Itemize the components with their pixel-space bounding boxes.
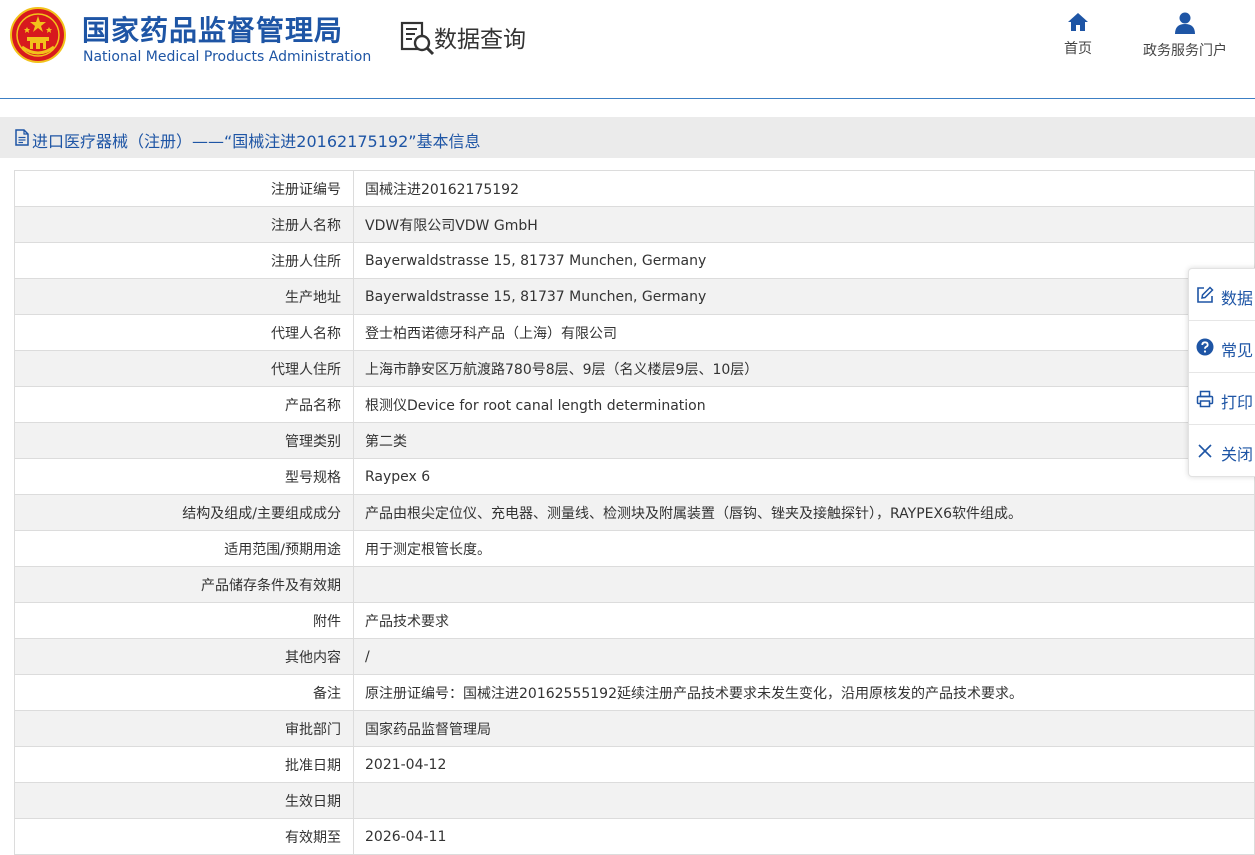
info-key: 注册证编号 (14, 170, 354, 207)
info-value (353, 566, 1255, 603)
info-value (353, 782, 1255, 819)
info-key: 备注 (14, 674, 354, 711)
info-value: 用于测定根管长度。 (353, 530, 1255, 567)
info-row: 备注 原注册证编号：国械注进20162555192延续注册产品技术要求未发生变化，… (14, 674, 1255, 711)
info-value: 2026-04-11 (353, 818, 1255, 855)
side-item-data[interactable]: 数据 (1189, 269, 1255, 321)
side-item-close[interactable]: 关闭 (1189, 425, 1255, 477)
info-row: 型号规格 Raypex 6 (14, 458, 1255, 495)
info-value: / (353, 638, 1255, 675)
page-title: 进口医疗器械（注册）——“国械注进20162175192”基本信息 (32, 132, 481, 151)
info-value: Bayerwaldstrasse 15, 81737 Munchen, Germ… (353, 278, 1255, 315)
info-value: 原注册证编号：国械注进20162555192延续注册产品技术要求未发生变化，沿用… (353, 674, 1255, 711)
home-icon (1068, 13, 1088, 31)
info-key: 代理人名称 (14, 314, 354, 351)
nav-portal-label: 政务服务门户 (1143, 43, 1227, 59)
side-item-print[interactable]: 打印 (1189, 373, 1255, 425)
info-key: 注册人住所 (14, 242, 354, 279)
side-item-data-label: 数据 (1221, 289, 1254, 308)
info-row: 管理类别 第二类 (14, 422, 1255, 459)
nav-portal-link[interactable]: 政务服务门户 (1138, 12, 1232, 60)
page-title-bar: 进口医疗器械（注册）——“国械注进20162175192”基本信息 (0, 117, 1255, 158)
info-row: 产品名称 根测仪Device for root canal length dete… (14, 386, 1255, 423)
info-value: 国械注进20162175192 (353, 170, 1255, 207)
user-icon (1175, 12, 1195, 34)
info-row: 代理人名称 登士柏西诺德牙科产品（上海）有限公司 (14, 314, 1255, 351)
info-value: VDW有限公司VDW GmbH (353, 206, 1255, 243)
info-key: 代理人住所 (14, 350, 354, 387)
info-row: 注册人住所 Bayerwaldstrasse 15, 81737 Munchen,… (14, 242, 1255, 279)
info-value: 根测仪Device for root canal length determin… (353, 386, 1255, 423)
printer-icon (1196, 390, 1214, 408)
info-row: 审批部门 国家药品监督管理局 (14, 710, 1255, 747)
info-row: 结构及组成/主要组成成分 产品由根尖定位仪、充电器、测量线、检测块及附属装置（唇钩… (14, 494, 1255, 531)
help-circle-icon (1196, 338, 1214, 356)
document-icon (15, 129, 29, 146)
info-row: 批准日期 2021-04-12 (14, 746, 1255, 783)
info-key: 产品名称 (14, 386, 354, 423)
info-value: 产品由根尖定位仪、充电器、测量线、检测块及附属装置（唇钩、锉夹及接触探针），RA… (353, 494, 1255, 531)
side-item-faq-label: 常见 (1221, 341, 1254, 360)
info-key: 附件 (14, 602, 354, 639)
info-key: 审批部门 (14, 710, 354, 747)
info-key: 管理类别 (14, 422, 354, 459)
info-value: 登士柏西诺德牙科产品（上海）有限公司 (353, 314, 1255, 351)
info-row: 注册人名称 VDW有限公司VDW GmbH (14, 206, 1255, 243)
info-value: 2021-04-12 (353, 746, 1255, 783)
side-toolbar: 数据 常见 打印 关闭 (1188, 268, 1255, 477)
side-item-print-label: 打印 (1221, 393, 1254, 412)
edit-icon (1197, 286, 1214, 303)
info-row: 生产地址 Bayerwaldstrasse 15, 81737 Munchen, … (14, 278, 1255, 315)
info-key: 其他内容 (14, 638, 354, 675)
info-row: 代理人住所 上海市静安区万航渡路780号8层、9层（名义楼层9层、10层） (14, 350, 1255, 387)
info-key: 适用范围/预期用途 (14, 530, 354, 567)
side-item-faq[interactable]: 常见 (1189, 321, 1255, 373)
info-row: 附件 产品技术要求 (14, 602, 1255, 639)
data-query-icon (400, 21, 435, 56)
site-header: 国家药品监督管理局 National Medical Products Admi… (0, 0, 1255, 99)
info-key: 型号规格 (14, 458, 354, 495)
org-name-en: National Medical Products Administration (83, 49, 372, 65)
info-key: 有效期至 (14, 818, 354, 855)
info-value: Bayerwaldstrasse 15, 81737 Munchen, Germ… (353, 242, 1255, 279)
info-value: 第二类 (353, 422, 1255, 459)
info-value: Raypex 6 (353, 458, 1255, 495)
info-key: 注册人名称 (14, 206, 354, 243)
info-value: 产品技术要求 (353, 602, 1255, 639)
info-row: 生效日期 (14, 782, 1255, 819)
registration-info-table: 注册证编号 国械注进20162175192 注册人名称 VDW有限公司VDW GmbH… (14, 170, 1255, 855)
info-key: 生效日期 (14, 782, 354, 819)
org-name-cn: 国家药品监督管理局 (82, 14, 344, 47)
info-key: 产品储存条件及有效期 (14, 566, 354, 603)
info-row: 其他内容 / (14, 638, 1255, 675)
info-value: 国家药品监督管理局 (353, 710, 1255, 747)
info-row: 有效期至 2026-04-11 (14, 818, 1255, 855)
data-query-title: 数据查询 (434, 27, 526, 53)
nav-home-link[interactable]: 首页 (1058, 12, 1098, 58)
info-row: 产品储存条件及有效期 (14, 566, 1255, 603)
info-value: 上海市静安区万航渡路780号8层、9层（名义楼层9层、10层） (353, 350, 1255, 387)
info-row: 适用范围/预期用途 用于测定根管长度。 (14, 530, 1255, 567)
nav-home-label: 首页 (1064, 41, 1092, 57)
national-emblem-icon (10, 7, 66, 63)
close-icon (1198, 444, 1212, 458)
info-key: 生产地址 (14, 278, 354, 315)
side-item-close-label: 关闭 (1221, 445, 1254, 464)
info-row: 注册证编号 国械注进20162175192 (14, 170, 1255, 207)
info-key: 结构及组成/主要组成成分 (14, 494, 354, 531)
info-key: 批准日期 (14, 746, 354, 783)
